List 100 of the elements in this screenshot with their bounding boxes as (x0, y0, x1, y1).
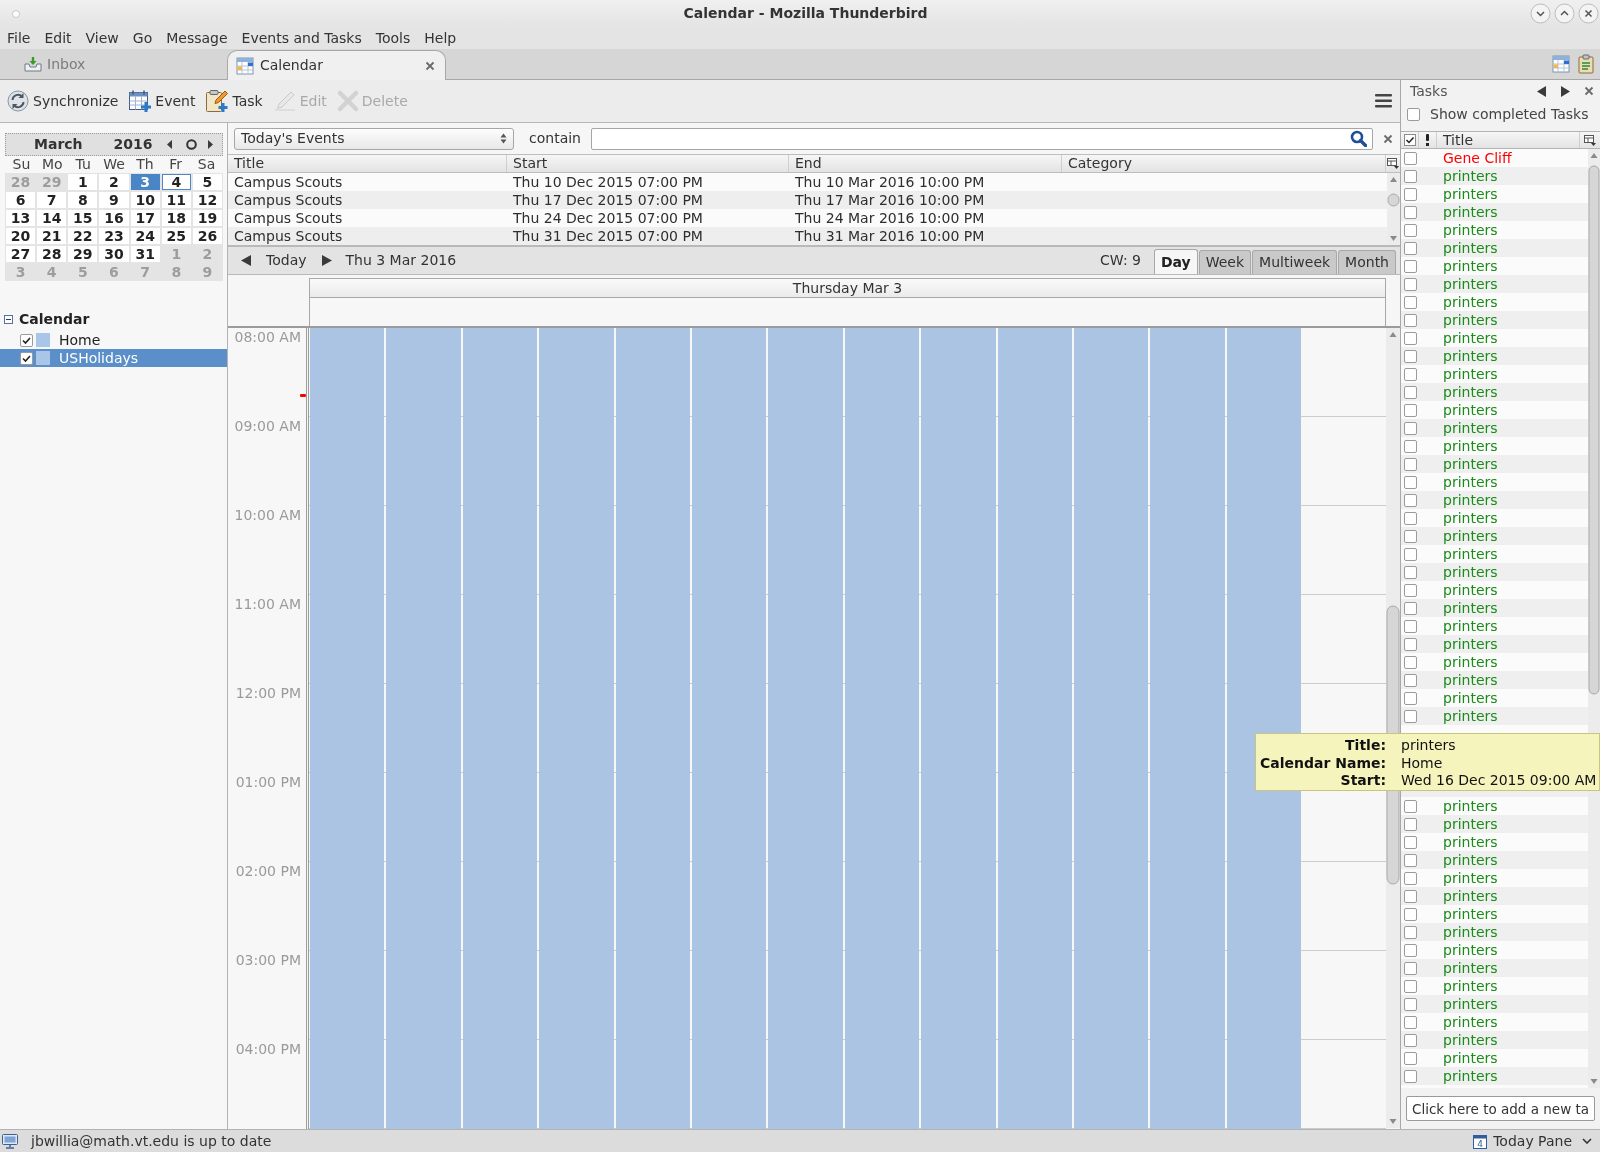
new-task-field[interactable]: Click here to add a new ta (1406, 1096, 1595, 1121)
task-title[interactable]: printers (1443, 437, 1498, 455)
today-pane-button[interactable]: 4 Today Pane (1473, 1130, 1592, 1152)
close-icon[interactable] (1578, 3, 1599, 24)
checkbox[interactable] (1404, 223, 1417, 237)
checkbox[interactable] (1404, 619, 1417, 633)
day-cell[interactable]: 18 (161, 210, 191, 226)
checkbox[interactable] (1404, 1015, 1417, 1029)
task-title[interactable]: printers (1443, 365, 1498, 383)
column-header[interactable]: Title (228, 155, 507, 172)
checkbox[interactable] (1404, 457, 1417, 471)
day-cell[interactable]: 11 (161, 192, 191, 208)
checkbox[interactable] (1404, 925, 1417, 939)
close-icon[interactable] (1382, 133, 1393, 144)
task-title[interactable]: printers (1443, 797, 1498, 815)
day-cell[interactable]: 29 (68, 246, 98, 262)
day-cell[interactable]: 2 (99, 174, 129, 190)
checkbox[interactable] (1404, 943, 1417, 957)
checkbox[interactable] (1404, 691, 1417, 705)
checkbox[interactable] (1404, 565, 1417, 579)
left-triangle-icon[interactable] (1537, 85, 1546, 97)
event-block[interactable] (844, 328, 920, 1129)
search-field[interactable] (590, 127, 1373, 150)
checkbox[interactable] (1404, 259, 1417, 273)
checkbox[interactable] (1404, 205, 1417, 219)
menu-item[interactable]: Edit (37, 28, 79, 48)
column-picker-icon[interactable] (1387, 158, 1399, 169)
event-block[interactable] (462, 328, 538, 1129)
day-cell[interactable]: 3 (130, 174, 160, 190)
menu-item[interactable]: Help (417, 28, 464, 48)
checkbox[interactable] (1404, 889, 1417, 903)
checkbox[interactable] (1404, 169, 1417, 183)
checkbox[interactable] (1404, 313, 1417, 327)
task-title[interactable]: printers (1443, 509, 1498, 527)
calendar-grid-icon[interactable] (1552, 55, 1570, 73)
checkbox[interactable] (1404, 961, 1417, 975)
day-cell[interactable]: 5 (192, 174, 222, 190)
task-title[interactable]: printers (1443, 1049, 1498, 1067)
checkbox[interactable] (1404, 331, 1417, 345)
day-cell[interactable]: 8 (161, 264, 191, 280)
checkbox[interactable] (20, 351, 33, 365)
day-cell[interactable]: 9 (99, 192, 129, 208)
day-cell[interactable]: 1 (68, 174, 98, 190)
checkbox[interactable] (1404, 295, 1417, 309)
day-cell[interactable]: 9 (192, 264, 222, 280)
menu-item[interactable]: Message (159, 28, 235, 48)
day-cell[interactable]: 17 (130, 210, 160, 226)
toolbar-button[interactable]: Task (200, 86, 268, 116)
checkbox[interactable] (1404, 151, 1417, 165)
day-cell[interactable]: 23 (99, 228, 129, 244)
view-tab[interactable]: Multiweek (1252, 250, 1338, 274)
checkbox-label[interactable]: Show completed Tasks (1430, 103, 1589, 125)
checkbox[interactable] (1404, 709, 1417, 723)
day-cell[interactable]: 12 (192, 192, 222, 208)
task-title[interactable]: printers (1443, 221, 1498, 239)
checkbox[interactable] (1404, 493, 1417, 507)
task-title[interactable]: printers (1443, 329, 1498, 347)
column-header[interactable]: Title (1437, 132, 1473, 148)
day-cell[interactable]: 26 (192, 228, 222, 244)
checkbox[interactable] (1404, 187, 1417, 201)
event-block[interactable] (691, 328, 767, 1129)
close-icon[interactable] (425, 60, 435, 71)
year-label[interactable]: 2016 (113, 134, 153, 155)
checkbox[interactable] (1404, 403, 1417, 417)
view-tab[interactable]: Week (1198, 250, 1252, 274)
checkbox[interactable] (1404, 799, 1417, 813)
checkbox[interactable] (1404, 637, 1417, 651)
checkbox[interactable] (1404, 547, 1417, 561)
right-arrow-icon[interactable] (321, 255, 332, 266)
toolbar-button[interactable]: Synchronize (1, 86, 124, 116)
day-cell[interactable]: 7 (37, 192, 67, 208)
checkbox[interactable] (1404, 1033, 1417, 1047)
day-cell[interactable]: 28 (6, 174, 36, 190)
checkbox[interactable] (1404, 871, 1417, 885)
task-title[interactable]: Gene Cliff (1443, 149, 1512, 167)
circle-icon[interactable] (185, 139, 197, 150)
dot-icon[interactable] (12, 9, 20, 18)
day-cell[interactable]: 2 (192, 246, 222, 262)
day-cell[interactable]: 21 (37, 228, 67, 244)
checkbox[interactable] (1404, 583, 1417, 597)
day-cell[interactable]: 25 (161, 228, 191, 244)
task-title[interactable]: printers (1443, 905, 1498, 923)
column-header[interactable]: Start (507, 155, 789, 172)
task-title[interactable]: printers (1443, 473, 1498, 491)
day-cell[interactable]: 5 (68, 264, 98, 280)
day-cell[interactable]: 24 (130, 228, 160, 244)
task-title[interactable]: printers (1443, 977, 1498, 995)
checkbox[interactable] (1404, 817, 1417, 831)
column-header[interactable]: Category (1062, 155, 1386, 172)
task-title[interactable]: printers (1443, 617, 1498, 635)
clipboard-icon[interactable] (1578, 54, 1594, 74)
checkbox[interactable] (1404, 655, 1417, 669)
right-triangle-icon[interactable] (1561, 85, 1570, 97)
day-cell[interactable]: 7 (130, 264, 160, 280)
task-title[interactable]: printers (1443, 689, 1498, 707)
collapse-icon[interactable] (4, 314, 13, 324)
day-cell[interactable]: 19 (192, 210, 222, 226)
task-title[interactable]: printers (1443, 293, 1498, 311)
task-title[interactable]: printers (1443, 1013, 1498, 1031)
checkbox[interactable] (1404, 997, 1417, 1011)
